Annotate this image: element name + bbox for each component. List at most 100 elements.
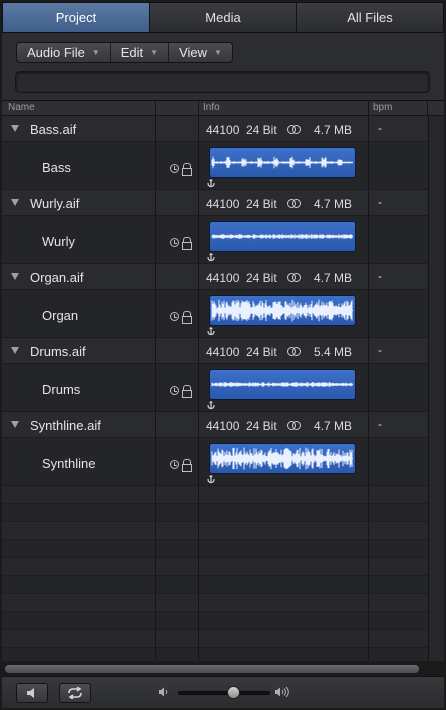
file-name: Synthline.aif (30, 418, 101, 433)
horizontal-scrollbar[interactable] (4, 664, 420, 674)
empty-row (2, 486, 428, 504)
browser-toolbar: Audio File ▼ Edit ▼ View ▼ (2, 33, 444, 101)
volume-low-icon (159, 687, 168, 697)
bit-depth: 24 Bit (246, 123, 277, 137)
view-menu-label: View (179, 45, 208, 60)
region-waveform[interactable] (209, 443, 356, 474)
lock-icon (182, 163, 192, 176)
bpm-value: - (378, 343, 382, 357)
region-row[interactable]: Synthline (2, 438, 428, 486)
region-row[interactable]: Drums (2, 364, 428, 412)
file-row[interactable]: Synthline.aif 44100 24 Bit 4.7 MB - (2, 412, 428, 438)
bpm-value: - (378, 195, 382, 209)
file-name: Drums.aif (30, 344, 86, 359)
volume-high-icon (275, 686, 289, 698)
file-row[interactable]: Bass.aif 44100 24 Bit 4.7 MB - (2, 116, 428, 142)
bit-depth: 24 Bit (246, 197, 277, 211)
file-name: Bass.aif (30, 122, 77, 137)
bit-depth: 24 Bit (246, 345, 277, 359)
region-name: Organ (42, 308, 79, 323)
disclosure-triangle-icon[interactable] (11, 347, 19, 354)
region-row[interactable]: Organ (2, 290, 428, 338)
anchor-icon[interactable] (206, 474, 216, 484)
anchor-icon[interactable] (206, 400, 216, 410)
clock-icon (170, 460, 179, 469)
anchor-icon[interactable] (206, 326, 216, 336)
stereo-icon (287, 125, 302, 135)
empty-row (2, 576, 428, 594)
file-group: Wurly.aif 44100 24 Bit 4.7 MB - Wurly (2, 190, 428, 264)
empty-row (2, 594, 428, 612)
file-name: Wurly.aif (30, 196, 80, 211)
search-field[interactable] (15, 71, 430, 93)
file-size: 4.7 MB (314, 271, 353, 285)
disclosure-triangle-icon[interactable] (11, 273, 19, 280)
region-row[interactable]: Wurly (2, 216, 428, 264)
name-column-header[interactable]: Name (8, 102, 35, 113)
bpm-value: - (378, 417, 382, 431)
preview-speaker-button[interactable] (16, 683, 48, 703)
edit-menu-label: Edit (120, 45, 144, 60)
empty-row (2, 504, 428, 522)
volume-slider-thumb[interactable] (227, 686, 241, 699)
region-name: Synthline (42, 456, 96, 471)
vertical-scrollbar[interactable] (428, 116, 444, 661)
clock-icon (170, 312, 179, 321)
lock-icon (182, 311, 192, 324)
empty-row (2, 612, 428, 630)
file-group: Synthline.aif 44100 24 Bit 4.7 MB - Synt… (2, 412, 428, 486)
tab-all-files[interactable]: All Files (297, 3, 443, 32)
region-waveform[interactable] (209, 147, 356, 178)
stereo-icon (287, 199, 302, 209)
sample-rate: 44100 (206, 271, 240, 285)
file-row[interactable]: Organ.aif 44100 24 Bit 4.7 MB - (2, 264, 428, 290)
column-header: Name Info bpm (2, 101, 444, 116)
tab-media[interactable]: Media (150, 3, 297, 32)
edit-menu[interactable]: Edit ▼ (111, 43, 170, 62)
bpm-column-header[interactable]: bpm (373, 102, 392, 113)
file-group: Bass.aif 44100 24 Bit 4.7 MB - Bass (2, 116, 428, 190)
empty-row (2, 540, 428, 558)
disclosure-triangle-icon[interactable] (11, 199, 19, 206)
clock-icon (170, 386, 179, 395)
bpm-value: - (378, 269, 382, 283)
disclosure-triangle-icon[interactable] (11, 421, 19, 428)
tab-project[interactable]: Project (3, 3, 150, 32)
file-group: Drums.aif 44100 24 Bit 5.4 MB - Drums (2, 338, 428, 412)
sample-rate: 44100 (206, 123, 240, 137)
tab-bar: Project Media All Files (2, 2, 444, 33)
region-waveform[interactable] (209, 369, 356, 400)
file-row[interactable]: Wurly.aif 44100 24 Bit 4.7 MB - (2, 190, 428, 216)
file-size: 4.7 MB (314, 123, 353, 137)
file-size: 4.7 MB (314, 197, 353, 211)
loop-button[interactable] (59, 683, 91, 703)
file-size: 4.7 MB (314, 419, 353, 433)
file-group: Organ.aif 44100 24 Bit 4.7 MB - Organ (2, 264, 428, 338)
lock-icon (182, 237, 192, 250)
anchor-icon[interactable] (206, 178, 216, 188)
view-menu[interactable]: View ▼ (169, 43, 232, 62)
file-row[interactable]: Drums.aif 44100 24 Bit 5.4 MB - (2, 338, 428, 364)
stereo-icon (287, 421, 302, 431)
region-name: Bass (42, 160, 71, 175)
clock-icon (170, 238, 179, 247)
region-name: Drums (42, 382, 81, 397)
bit-depth: 24 Bit (246, 271, 277, 285)
chevron-down-icon: ▼ (91, 48, 100, 57)
volume-slider-track[interactable] (178, 691, 270, 695)
disclosure-triangle-icon[interactable] (11, 125, 19, 132)
region-waveform[interactable] (209, 295, 356, 326)
audio-file-menu-label: Audio File (27, 45, 85, 60)
empty-row (2, 648, 428, 661)
speaker-icon (27, 688, 34, 698)
lock-icon (182, 385, 192, 398)
region-waveform[interactable] (209, 221, 356, 252)
audio-file-menu[interactable]: Audio File ▼ (17, 43, 111, 62)
anchor-icon[interactable] (206, 252, 216, 262)
region-row[interactable]: Bass (2, 142, 428, 190)
bottom-bar (2, 676, 444, 708)
sample-rate: 44100 (206, 197, 240, 211)
info-column-header[interactable]: Info (203, 102, 220, 113)
loop-icon (68, 687, 82, 699)
lock-icon (182, 459, 192, 472)
